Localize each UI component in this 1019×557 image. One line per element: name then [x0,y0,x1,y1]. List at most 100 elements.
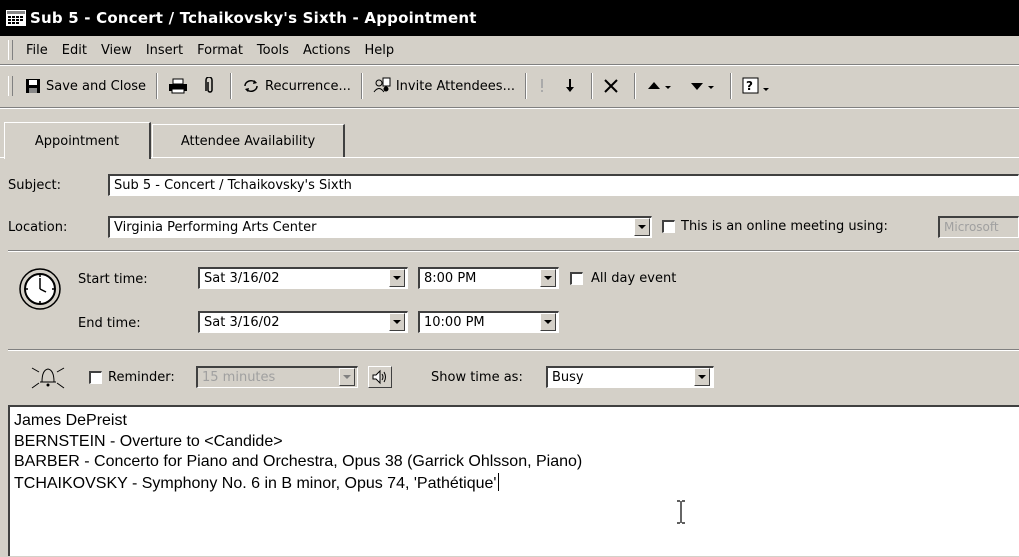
subject-label: Subject: [8,178,61,193]
end-time-label: End time: [78,316,141,331]
print-button[interactable] [162,72,199,100]
menu-edit[interactable]: Edit [55,43,94,58]
tab-attendee-availability[interactable]: Attendee Availability [152,124,345,157]
title-bar[interactable]: Sub 5 - Concert / Tchaikovsky's Sixth - … [0,0,1019,36]
toolbar-separator [633,73,636,99]
end-date-value: Sat 3/16/02 [204,315,280,330]
end-time-combobox[interactable]: 10:00 PM [418,311,559,333]
reminder-label: Reminder: [108,370,175,385]
reminder-checkbox[interactable] [89,371,102,384]
invite-attendees-icon [373,77,391,93]
delete-button[interactable] [597,72,630,100]
toolbar-separator-line [0,107,1019,109]
end-time-dropdown-button[interactable] [540,313,556,331]
tab-attendee-availability-label: Attendee Availability [180,133,316,149]
alarm-bell-icon [31,367,65,389]
toolbar-separator [590,73,593,99]
help-icon: ? [742,77,769,94]
save-and-close-label: Save and Close [46,78,147,94]
start-date-combobox[interactable]: Sat 3/16/02 [198,267,408,289]
show-time-as-value: Busy [552,370,584,385]
printer-icon [169,78,188,94]
all-day-event-checkbox[interactable] [570,272,583,285]
notes-line: BERNSTEIN - Overture to <Candide> [14,432,283,450]
menu-actions[interactable]: Actions [296,43,358,58]
chevron-down-icon [544,320,552,324]
show-time-as-dropdown-button[interactable] [694,368,710,386]
show-time-as-combobox[interactable]: Busy [546,366,714,388]
toolbar-separator [230,73,233,99]
notes-line: James DePreist [14,412,127,429]
all-day-event-label: All day event [591,271,677,286]
arrow-down-icon [565,79,574,92]
chevron-down-icon [393,276,401,280]
window-title: Sub 5 - Concert / Tchaikovsky's Sixth - … [30,9,477,27]
menu-insert[interactable]: Insert [139,43,190,58]
tab-appointment[interactable]: Appointment [4,122,151,159]
menu-format[interactable]: Format [190,43,250,58]
i-beam-cursor-icon [677,500,685,524]
reminder-dropdown-button [339,368,355,386]
next-item-icon [690,83,714,90]
toolbar: Save and Close Recurrence... Invite Atte… [0,66,1019,106]
start-time-combobox[interactable]: 8:00 PM [418,267,559,289]
end-date-dropdown-button[interactable] [389,313,405,331]
toolbar-separator [156,73,159,99]
speaker-icon [372,369,386,385]
online-meeting-label: This is an online meeting using: [681,219,888,234]
toolbar-separator [360,73,363,99]
toolbar-separator [524,73,527,99]
save-and-close-button[interactable]: Save and Close [19,72,152,100]
recurrence-label: Recurrence... [265,78,351,94]
close-icon [604,79,618,93]
invite-attendees-button[interactable]: Invite Attendees... [367,72,521,100]
menu-grip[interactable] [8,40,13,60]
recurrence-icon [244,80,258,92]
chevron-down-icon [698,375,706,379]
chevron-down-icon [343,375,351,379]
location-value: Virginia Performing Arts Center [114,220,317,235]
low-importance-button[interactable] [558,72,587,100]
end-time-value: 10:00 PM [424,315,485,330]
menu-help[interactable]: Help [357,43,401,58]
previous-item-button[interactable] [640,72,683,100]
menu-tools[interactable]: Tools [250,43,296,58]
notes-textarea[interactable]: James DePreist BERNSTEIN - Overture to <… [8,405,1019,556]
divider [8,250,1019,252]
end-date-combobox[interactable]: Sat 3/16/02 [198,311,408,333]
location-combobox[interactable]: Virginia Performing Arts Center [108,216,652,238]
next-item-button[interactable] [683,72,726,100]
online-meeting-select: Microsoft [938,216,1019,238]
start-time-value: 8:00 PM [424,271,477,286]
invite-attendees-label: Invite Attendees... [395,78,515,94]
toolbar-grip[interactable] [8,76,13,96]
high-importance-button[interactable] [531,72,558,100]
subject-input[interactable]: Sub 5 - Concert / Tchaikovsky's Sixth [108,174,1019,196]
calendar-icon [6,10,26,26]
menu-file[interactable]: File [19,43,55,58]
location-dropdown-button[interactable] [634,218,650,236]
reminder-combobox: 15 minutes [196,366,358,388]
previous-item-icon [647,82,671,89]
toolbar-separator [729,73,732,99]
exclamation-icon [540,79,543,92]
floppy-disk-icon [26,79,40,93]
start-date-dropdown-button[interactable] [389,269,405,287]
help-button[interactable]: ? [736,72,783,100]
online-meeting-checkbox[interactable] [662,220,675,233]
start-time-dropdown-button[interactable] [540,269,556,287]
chevron-down-icon [544,276,552,280]
menu-view[interactable]: View [94,43,139,58]
paperclip-icon [205,77,213,93]
attach-file-button[interactable] [199,72,226,100]
recurrence-button[interactable]: Recurrence... [236,72,357,100]
reminder-sound-button[interactable] [368,366,392,388]
reminder-value: 15 minutes [202,370,276,385]
notes-line: BARBER - Concerto for Piano and Orchestr… [14,453,583,470]
text-caret [498,472,500,491]
start-date-value: Sat 3/16/02 [204,271,280,286]
menu-bar: File Edit View Insert Format Tools Actio… [0,36,1019,64]
chevron-down-icon [638,225,646,229]
show-time-as-label: Show time as: [431,370,523,385]
notes-line-text: TCHAIKOVSKY - Symphony No. 6 in B minor,… [14,474,497,492]
